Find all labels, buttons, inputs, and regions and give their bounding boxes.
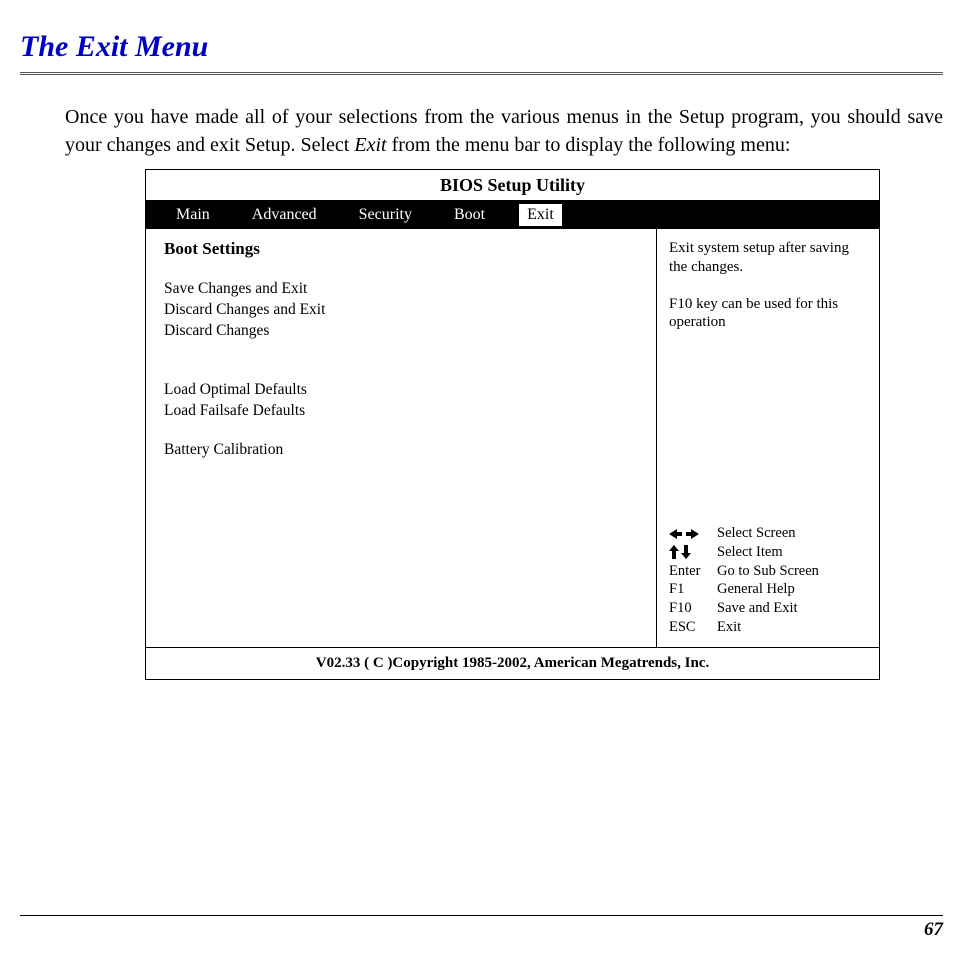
key-row-esc: ESC Exit xyxy=(669,618,869,637)
key-desc: General Help xyxy=(717,580,795,599)
bios-footer: V02.33 ( C )Copyright 1985-2002, America… xyxy=(146,647,879,679)
key-desc: Select Item xyxy=(717,543,783,562)
key-desc: Go to Sub Screen xyxy=(717,562,819,581)
key-legend: Select Screen Select Item Enter Go to Su… xyxy=(669,524,869,637)
key-row-f10: F10 Save and Exit xyxy=(669,599,869,618)
tab-main[interactable]: Main xyxy=(168,204,218,226)
key-label: ESC xyxy=(669,618,717,637)
key-row-enter: Enter Go to Sub Screen xyxy=(669,562,869,581)
key-label: Enter xyxy=(669,562,717,581)
tab-advanced[interactable]: Advanced xyxy=(244,204,325,226)
bios-left-panel: Boot Settings Save Changes and Exit Disc… xyxy=(146,229,657,647)
help-description: Exit system setup after saving the chang… xyxy=(669,239,869,350)
page-number: 67 xyxy=(20,915,943,941)
intro-exit-word: Exit xyxy=(354,134,386,156)
tab-boot[interactable]: Boot xyxy=(446,204,493,226)
key-row-select-item: Select Item xyxy=(669,543,869,562)
exit-options-group-1: Save Changes and Exit Discard Changes an… xyxy=(164,279,638,342)
item-load-optimal-defaults[interactable]: Load Optimal Defaults xyxy=(164,380,638,401)
left-right-arrows-icon xyxy=(669,524,717,543)
panel-title: Boot Settings xyxy=(164,239,638,259)
section-heading: The Exit Menu xyxy=(20,30,943,64)
tab-security[interactable]: Security xyxy=(351,204,420,226)
tab-exit[interactable]: Exit xyxy=(519,204,562,226)
up-down-arrows-icon xyxy=(669,543,717,562)
key-desc: Select Screen xyxy=(717,524,796,543)
intro-text-2: from the menu bar to display the followi… xyxy=(387,134,791,156)
item-save-changes-and-exit[interactable]: Save Changes and Exit xyxy=(164,279,638,300)
bios-body: Boot Settings Save Changes and Exit Disc… xyxy=(146,229,879,647)
item-load-failsafe-defaults[interactable]: Load Failsafe Defaults xyxy=(164,401,638,422)
exit-options-group-3: Battery Calibration xyxy=(164,440,638,461)
key-desc: Save and Exit xyxy=(717,599,798,618)
key-desc: Exit xyxy=(717,618,741,637)
key-label: F1 xyxy=(669,580,717,599)
key-label: F10 xyxy=(669,599,717,618)
bios-setup-utility-window: BIOS Setup Utility Main Advanced Securit… xyxy=(145,169,880,680)
heading-rule xyxy=(20,72,943,75)
bios-help-panel: Exit system setup after saving the chang… xyxy=(657,229,879,647)
item-battery-calibration[interactable]: Battery Calibration xyxy=(164,440,638,461)
exit-options-group-2: Load Optimal Defaults Load Failsafe Defa… xyxy=(164,380,638,422)
bios-tab-bar: Main Advanced Security Boot Exit xyxy=(146,201,879,229)
intro-paragraph: Once you have made all of your selection… xyxy=(65,103,943,159)
help-line-2: F10 key can be used for this operation xyxy=(669,295,869,333)
key-row-f1: F1 General Help xyxy=(669,580,869,599)
item-discard-changes-and-exit[interactable]: Discard Changes and Exit xyxy=(164,300,638,321)
help-line-1: Exit system setup after saving the chang… xyxy=(669,239,869,277)
item-discard-changes[interactable]: Discard Changes xyxy=(164,321,638,342)
bios-title: BIOS Setup Utility xyxy=(146,170,879,201)
key-row-select-screen: Select Screen xyxy=(669,524,869,543)
